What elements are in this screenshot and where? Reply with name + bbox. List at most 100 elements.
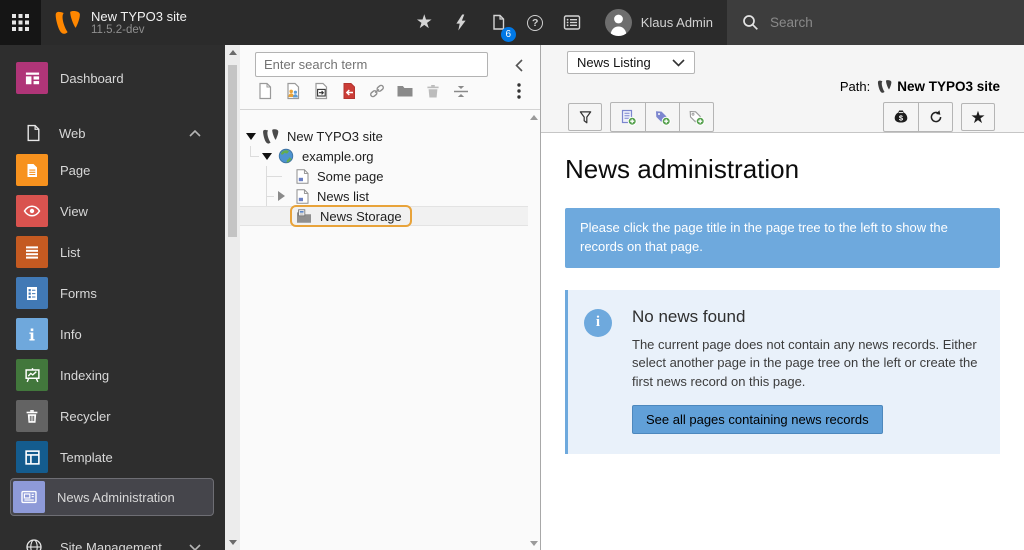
bookmarks-button[interactable]: ★ [406, 0, 443, 45]
tree-node-news-list[interactable]: News list [240, 186, 528, 206]
new-spacer-icon[interactable] [452, 82, 470, 100]
cache-button-group: $ [883, 102, 953, 132]
opendocs-count-badge: 6 [501, 27, 516, 42]
scroll-down-arrow[interactable] [530, 541, 538, 546]
info-banner: Please click the page title in the page … [565, 208, 1000, 268]
module-menu: Dashboard Web Page View [0, 45, 225, 550]
sidebar-item-news-administration[interactable]: News Administration [10, 478, 214, 516]
page-icon [16, 154, 48, 186]
tree-options-button[interactable] [512, 82, 526, 100]
module-menu-scrollbar[interactable] [225, 45, 240, 550]
moneybag-icon: $ [893, 109, 909, 126]
scroll-up-arrow[interactable] [229, 50, 237, 55]
news-folder-icon [296, 209, 312, 224]
new-folder-icon[interactable] [396, 82, 414, 100]
sidebar-item-recycler[interactable]: Recycler [16, 400, 225, 432]
bolt-icon [453, 14, 469, 31]
sidebar-section-site-management[interactable]: Site Management [25, 538, 201, 550]
sidebar-item-dashboard[interactable]: Dashboard [16, 62, 225, 94]
chevron-down-icon [672, 59, 685, 67]
avatar [605, 9, 632, 36]
filter-button[interactable] [568, 103, 602, 131]
star-icon: ★ [416, 13, 433, 32]
sidebar-label: Indexing [60, 368, 109, 383]
sidebar-item-list[interactable]: List [16, 236, 225, 268]
expand-toggle-closed[interactable] [276, 191, 286, 201]
chevron-down-icon [189, 544, 201, 550]
sidebar-label: Site Management [60, 540, 162, 550]
scroll-down-arrow[interactable] [229, 540, 237, 545]
callout-text: The current page does not contain any ne… [632, 336, 984, 391]
new-tag-icon [688, 109, 705, 126]
search-input[interactable] [770, 15, 970, 30]
new-link-page-icon[interactable] [340, 82, 358, 100]
expand-toggle-open[interactable] [246, 131, 256, 141]
person-icon [605, 9, 632, 36]
path-site-name: New TYPO3 site [897, 79, 1000, 94]
sidebar-label: Template [60, 450, 113, 465]
star-icon: ★ [970, 109, 985, 126]
dashboard-icon [16, 62, 48, 94]
sidebar-item-page[interactable]: Page [16, 154, 225, 186]
new-mountpoint-icon[interactable] [368, 82, 386, 100]
sidebar-label: News Administration [57, 490, 175, 505]
new-page-icon[interactable] [256, 82, 274, 100]
tree-node-some-page[interactable]: Some page [240, 166, 528, 186]
modules-grid-button[interactable] [0, 0, 41, 45]
topbar-search[interactable] [727, 0, 1024, 45]
new-news-record-button[interactable] [611, 103, 645, 131]
tree-node-label: News list [317, 189, 369, 204]
collapse-tree-button[interactable] [509, 55, 529, 75]
new-recycler-icon[interactable] [424, 82, 442, 100]
site-title: New TYPO3 site [91, 9, 187, 24]
sidebar-item-view[interactable]: View [16, 195, 225, 227]
tree-scrollbar[interactable] [528, 111, 540, 550]
form-icon [16, 277, 48, 309]
refresh-button[interactable] [918, 103, 952, 131]
new-shortcut-page-icon[interactable] [312, 82, 330, 100]
new-tag-button[interactable] [679, 103, 713, 131]
eye-icon [16, 195, 48, 227]
module-function-select[interactable]: News Listing [567, 51, 695, 74]
page-icon [296, 169, 309, 184]
sidebar-item-indexing[interactable]: Indexing [16, 359, 225, 391]
clear-cache-button[interactable] [443, 0, 480, 45]
scroll-up-arrow[interactable] [530, 115, 538, 120]
sidebar-section-web[interactable]: Web [25, 124, 201, 142]
opendocs-button[interactable]: 6 [480, 0, 517, 45]
scrollbar-thumb[interactable] [228, 65, 237, 237]
see-all-pages-button[interactable]: See all pages containing news records [632, 405, 883, 434]
help-button[interactable]: ? [517, 0, 554, 45]
grid-icon [12, 14, 29, 31]
systeminfo-button[interactable] [554, 0, 591, 45]
bookmark-button[interactable]: ★ [961, 103, 995, 131]
breadcrumb: Path: New TYPO3 site [840, 79, 1000, 94]
sidebar-item-forms[interactable]: Forms [16, 277, 225, 309]
tree-search-input[interactable] [255, 52, 488, 77]
chevron-left-icon [515, 59, 523, 72]
doc-header-buttons: $ ★ [568, 102, 995, 132]
new-category-button[interactable] [645, 103, 679, 131]
typo3-page-icon [877, 79, 892, 94]
doc-header: News Listing Path: New TYPO3 site [541, 45, 1024, 133]
page-icon [296, 189, 309, 204]
sidebar-label: Recycler [60, 409, 111, 424]
list-icon [16, 236, 48, 268]
sidebar-item-info[interactable]: Info [16, 318, 225, 350]
tree-node-news-storage[interactable]: News Storage [240, 206, 528, 226]
chevron-up-icon [189, 130, 201, 137]
user-menu[interactable]: Klaus Admin [591, 0, 727, 45]
site-brand[interactable]: New TYPO3 site 11.5.2-dev [41, 0, 187, 45]
new-category-tag-icon [654, 109, 671, 126]
new-page-users-icon[interactable] [284, 82, 302, 100]
callout-title: No news found [632, 307, 984, 327]
tree-node-site[interactable]: example.org [240, 146, 528, 166]
username: Klaus Admin [641, 15, 713, 30]
clear-cache-button[interactable]: $ [884, 103, 918, 131]
newspaper-icon [13, 481, 45, 513]
new-record-button-group [610, 102, 714, 132]
sidebar-item-template[interactable]: Template [16, 441, 225, 473]
sidebar-label: Web [59, 126, 86, 141]
tree-node-root[interactable]: New TYPO3 site [240, 126, 528, 146]
expand-toggle-open[interactable] [262, 151, 272, 161]
